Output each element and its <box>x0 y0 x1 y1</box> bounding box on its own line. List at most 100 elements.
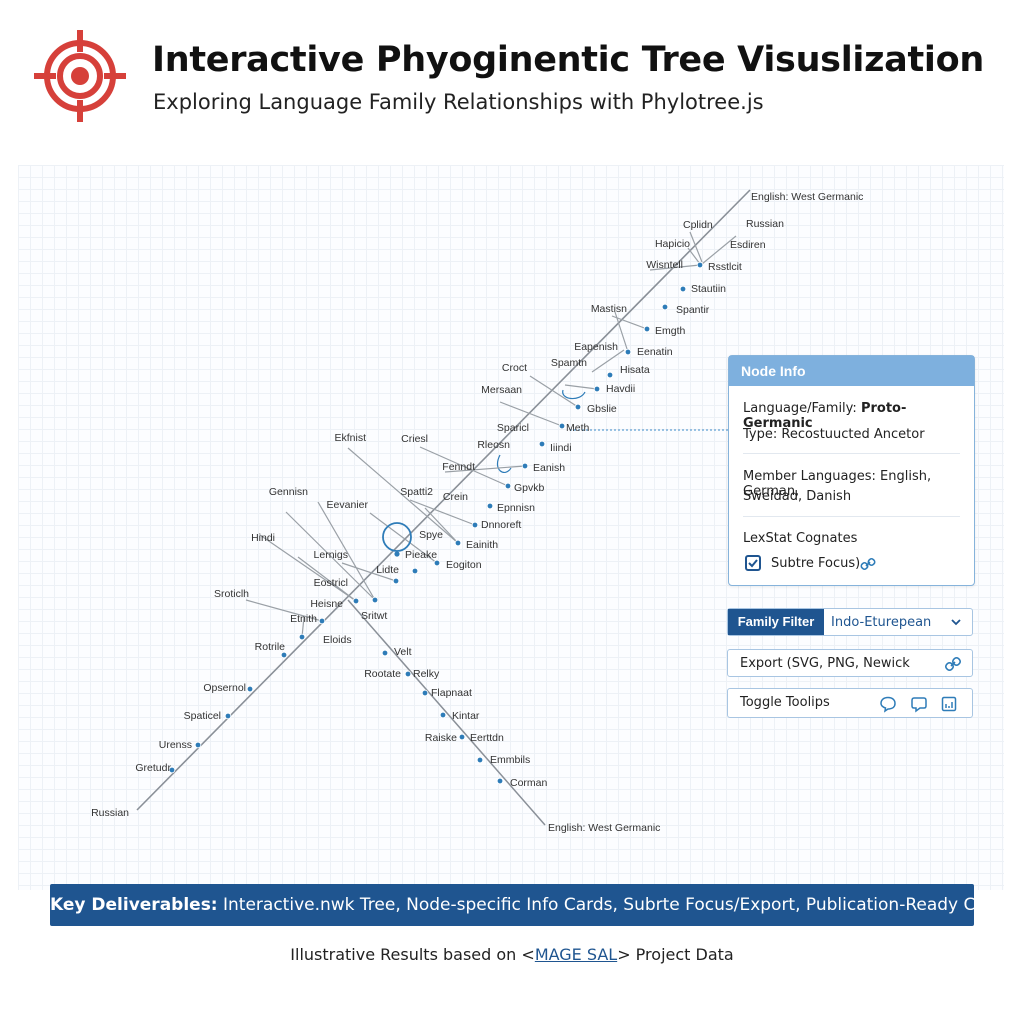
node-info-card: Node Info Language/Family: Proto-Germani… <box>728 355 975 586</box>
tree-node[interactable] <box>521 462 529 470</box>
toggle-tooltips-label: Toggle Toolips <box>740 695 830 710</box>
node-info-header: Node Info <box>729 356 974 386</box>
tree-leaf-label: Lernigs <box>314 549 348 561</box>
tree-node[interactable] <box>696 261 704 269</box>
tree-node[interactable] <box>454 539 462 547</box>
tree-leaf-label: Opsernol <box>203 682 246 694</box>
tree-leaf-label: Mastisn <box>591 303 627 315</box>
tree-node[interactable] <box>404 670 412 678</box>
tree-node[interactable] <box>574 403 582 411</box>
tree-node[interactable] <box>458 733 466 741</box>
tree-leaf-label: Epnnisn <box>497 502 535 514</box>
tree-leaf-label: Eanish <box>533 462 565 474</box>
tree-nodes[interactable] <box>168 261 704 785</box>
tree-node[interactable] <box>606 371 614 379</box>
tree-leaf-label: Eevanier <box>327 499 369 511</box>
tree-node[interactable] <box>411 567 419 575</box>
link-icon[interactable] <box>944 655 962 673</box>
tree-leaf-label: Eerttdn <box>470 732 504 744</box>
tree-leaf-label: Relky <box>413 668 440 680</box>
tree-node[interactable] <box>298 633 306 641</box>
tree-leaf-label: Crein <box>443 491 468 503</box>
tree-node[interactable] <box>538 440 546 448</box>
tree-node[interactable] <box>593 385 601 393</box>
lower-branch <box>347 599 546 826</box>
tree-node[interactable] <box>643 325 651 333</box>
tree-leaf-label: Velt <box>394 646 412 658</box>
tree-node[interactable] <box>558 422 566 430</box>
tree-node[interactable] <box>246 685 254 693</box>
tree-node[interactable] <box>679 285 687 293</box>
tree-leaf-label: Fenndt <box>442 461 475 473</box>
tree-leaf-label: Heisne <box>310 598 343 610</box>
leaf-branch <box>564 384 598 390</box>
tree-leaf-label: Dnnoreft <box>481 519 521 531</box>
tree-node[interactable] <box>433 559 441 567</box>
link-icon[interactable] <box>860 556 876 572</box>
chat-icon[interactable] <box>910 695 928 713</box>
footer-caption: Illustrative Results based on <MAGE SAL>… <box>0 945 1024 964</box>
export-button[interactable]: Export (SVG, PNG, Newick <box>727 649 973 677</box>
tree-leaf-label: Corman <box>510 777 548 789</box>
tree-leaf-label: Rsstlcit <box>708 261 742 273</box>
toggle-tooltips-control[interactable]: Toggle Toolips <box>727 688 973 718</box>
leaf-branch <box>409 499 476 526</box>
tree-leaf-label: Spatti2 <box>400 486 433 498</box>
tree-node[interactable] <box>381 649 389 657</box>
tree-leaf-label: Emmbils <box>490 754 530 766</box>
divider <box>743 453 960 454</box>
tree-leaf-label: Spye <box>419 529 443 541</box>
footer-after: > Project Data <box>617 945 734 964</box>
tree-node[interactable] <box>352 597 360 605</box>
tree-node[interactable] <box>661 303 669 311</box>
tree-leaf-label: Gretudr <box>135 762 171 774</box>
tree-node[interactable] <box>496 777 504 785</box>
tree-node[interactable] <box>224 712 232 720</box>
tree-node[interactable] <box>624 348 632 356</box>
tree-leaf-label: Cplidn <box>683 219 713 231</box>
tree-leaf-label: Sparicl <box>497 422 529 434</box>
footer-before: Illustrative Results based on < <box>290 945 535 964</box>
leaf-branch <box>529 375 579 408</box>
key-deliverables-banner: Key Deliverables: Interactive.nwk Tree, … <box>50 884 1019 926</box>
tree-node[interactable] <box>393 550 401 558</box>
subtree-focus-label[interactable]: Subtre Focus) <box>771 556 860 571</box>
node-type: Type: Recostuucted Ancetor <box>743 427 925 442</box>
tree-node[interactable] <box>471 521 479 529</box>
tree-node[interactable] <box>476 756 484 764</box>
tree-node[interactable] <box>371 596 379 604</box>
tree-leaf-label: Kintar <box>452 710 480 722</box>
tree-node[interactable] <box>318 617 326 625</box>
family-filter-label: Family Filter <box>728 609 824 635</box>
export-label: Export (SVG, PNG, Newick <box>740 656 910 671</box>
tree-node[interactable] <box>392 577 400 585</box>
tree-leaf-label: Rleosn <box>477 439 510 451</box>
speech-bubble-icon[interactable] <box>879 695 897 713</box>
tree-leaf-label: Gennisn <box>269 486 308 498</box>
tree-node[interactable] <box>504 482 512 490</box>
tree-node[interactable] <box>421 689 429 697</box>
tree-leaf-label: Etnith <box>290 613 317 625</box>
tree-node[interactable] <box>280 651 288 659</box>
tree-leaf-label: Hisata <box>620 364 650 376</box>
tree-leaf-label: Rootate <box>364 668 401 680</box>
tree-leaf-label: Hapicio <box>655 238 690 250</box>
banner-bold: Key Deliverables: <box>50 895 218 915</box>
save-icon[interactable] <box>940 695 958 713</box>
tree-leaf-label: Eostricl <box>314 577 348 589</box>
branch-hook <box>496 454 512 473</box>
tree-node[interactable] <box>194 741 202 749</box>
tree-node[interactable] <box>439 711 447 719</box>
footer-link[interactable]: MAGE SAL <box>535 945 617 964</box>
chevron-down-icon[interactable] <box>950 616 962 628</box>
tree-leaf-label: Croct <box>502 362 527 374</box>
checkbox-icon[interactable] <box>745 555 761 571</box>
family-filter-select[interactable]: Family Filter Indo-Eturepean <box>727 608 973 636</box>
tree-leaf-label: Urenss <box>159 739 192 751</box>
node-language-label: Language/Family: <box>743 401 857 416</box>
tree-node[interactable] <box>486 502 494 510</box>
tree-leaf-label: Sroticlh <box>214 588 249 600</box>
tree-leaf-label: Russian <box>746 218 784 230</box>
tree-leaf-label: Iiindi <box>550 442 572 454</box>
tree-leaf-label: Eapenish <box>574 341 618 353</box>
